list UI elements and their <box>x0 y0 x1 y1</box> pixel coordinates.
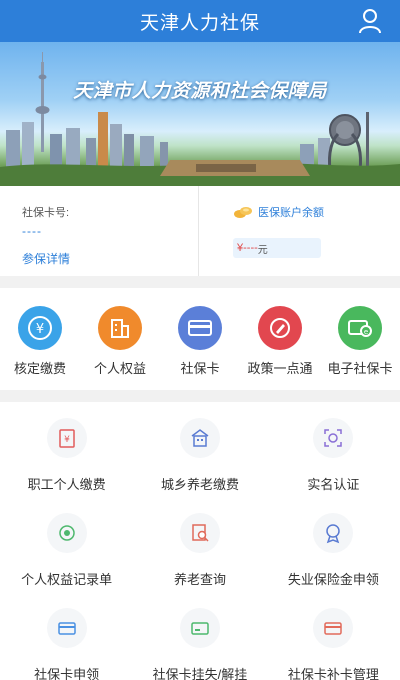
e-card-icon: e <box>338 306 382 350</box>
service-label: 社保卡申领 <box>34 667 100 680</box>
card-number-label: 社保卡号: <box>22 207 70 219</box>
medical-balance-panel: 医保账户余额 ¥---- 元 <box>199 186 400 276</box>
service-card-reissue[interactable]: 社保卡补卡管理 <box>267 602 400 680</box>
card-reissue-icon <box>313 608 354 648</box>
pension-building-icon <box>179 418 220 458</box>
account-summary: 社保卡号: ---- 参保详情 医保账户余额 ¥---- 元 <box>0 186 400 276</box>
service-label: 职工个人缴费 <box>27 477 106 492</box>
quick-item-label: 电子社保卡 <box>327 361 393 376</box>
city-skyline-illustration <box>0 52 400 186</box>
service-label: 实名认证 <box>307 477 360 492</box>
quick-item-e-card[interactable]: e 电子社保卡 <box>320 306 400 390</box>
insurance-details-link[interactable]: 参保详情 <box>22 250 198 267</box>
card-apply-icon <box>46 608 87 648</box>
quick-item-label: 社保卡 <box>180 361 220 376</box>
service-label: 养老查询 <box>173 572 226 587</box>
service-label: 个人权益记录单 <box>21 572 113 587</box>
service-real-name-auth[interactable]: 实名认证 <box>267 412 400 507</box>
payment-doc-icon: ¥ <box>46 418 87 458</box>
quick-item-policy[interactable]: 政策一点通 <box>240 306 320 390</box>
card-info-panel: 社保卡号: ---- 参保详情 <box>0 186 199 276</box>
service-card-application[interactable]: 社保卡申领 <box>0 602 133 680</box>
service-label: 社保卡挂失/解挂 <box>152 667 248 680</box>
hero-banner: 天津市人力资源和社会保障局 <box>0 42 400 186</box>
svg-text:e: e <box>364 328 368 336</box>
quick-item-fee-assessment[interactable]: ¥ 核定缴费 <box>0 306 80 390</box>
card-number-value: ---- <box>22 224 42 238</box>
service-rights-record[interactable]: 个人权益记录单 <box>0 507 133 602</box>
coins-icon <box>234 207 252 218</box>
pen-icon <box>258 306 302 350</box>
quick-item-label: 核定缴费 <box>13 361 66 376</box>
service-employee-payment[interactable]: ¥ 职工个人缴费 <box>0 412 133 507</box>
medical-balance-box: ¥---- 元 <box>233 238 321 258</box>
quick-item-label: 政策一点通 <box>247 361 313 376</box>
quick-actions: ¥ 核定缴费 个人权益 社保卡 政策一点通 e 电子社保卡 <box>0 288 400 390</box>
section-divider <box>0 276 400 288</box>
service-label: 社保卡补卡管理 <box>287 667 379 680</box>
record-icon <box>46 513 87 553</box>
service-pension-query[interactable]: 养老查询 <box>133 507 266 602</box>
medical-balance-label: 医保账户余额 <box>258 207 324 219</box>
svg-text:¥: ¥ <box>64 435 70 445</box>
balance-unit: 元 <box>257 244 268 256</box>
card-icon <box>178 306 222 350</box>
quick-item-label: 个人权益 <box>93 361 146 376</box>
service-label: 城乡养老缴费 <box>160 477 239 492</box>
app-header: 天津人力社保 <box>0 0 400 42</box>
search-doc-icon <box>179 513 220 553</box>
svg-text:¥: ¥ <box>36 322 44 337</box>
quick-item-personal-rights[interactable]: 个人权益 <box>80 306 160 390</box>
service-label: 失业保险金申领 <box>287 572 379 587</box>
service-pension-payment[interactable]: 城乡养老缴费 <box>133 412 266 507</box>
yen-coin-icon: ¥ <box>18 306 62 350</box>
user-icon <box>359 9 381 34</box>
service-unemployment-claim[interactable]: 失业保险金申领 <box>267 507 400 602</box>
services-grid: ¥ 职工个人缴费 城乡养老缴费 实名认证 个人权益记录单 养老查询 失业保险金申… <box>0 402 400 680</box>
building-icon <box>98 306 142 350</box>
section-divider <box>0 390 400 402</box>
card-lock-icon <box>179 608 220 648</box>
quick-item-social-card[interactable]: 社保卡 <box>160 306 240 390</box>
user-profile-button[interactable] <box>358 8 382 34</box>
banner-title: 天津市人力资源和社会保障局 <box>73 81 327 102</box>
service-card-loss-report[interactable]: 社保卡挂失/解挂 <box>133 602 266 680</box>
face-scan-icon <box>313 418 354 458</box>
page-title: 天津人力社保 <box>139 12 260 34</box>
medal-icon <box>313 513 354 553</box>
medical-balance-value: ¥---- <box>237 242 258 254</box>
